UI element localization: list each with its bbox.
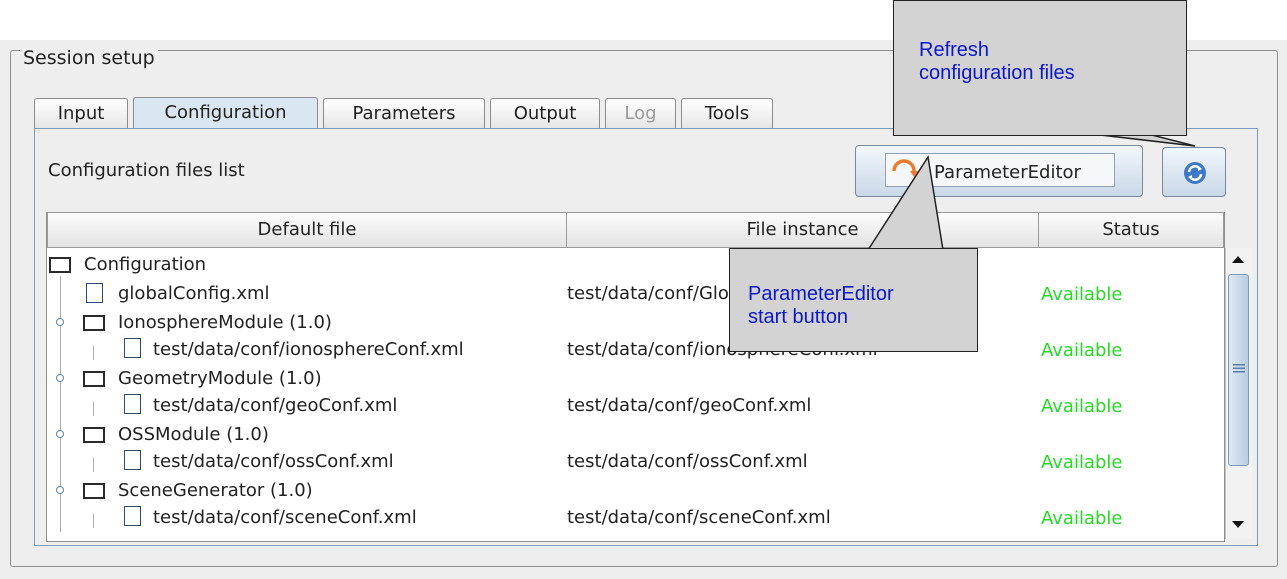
refresh-callout: Refresh configuration files [893, 0, 1187, 136]
refresh-callout-line2: configuration files [919, 62, 1075, 84]
parameter-editor-callout: ParameterEditor start button [729, 248, 978, 352]
parameter-editor-callout-line2: start button [748, 306, 849, 328]
parameter-editor-callout-pointer [866, 154, 944, 251]
parameter-editor-callout-line1: ParameterEditor [748, 283, 894, 305]
refresh-callout-line1: Refresh [919, 39, 990, 61]
